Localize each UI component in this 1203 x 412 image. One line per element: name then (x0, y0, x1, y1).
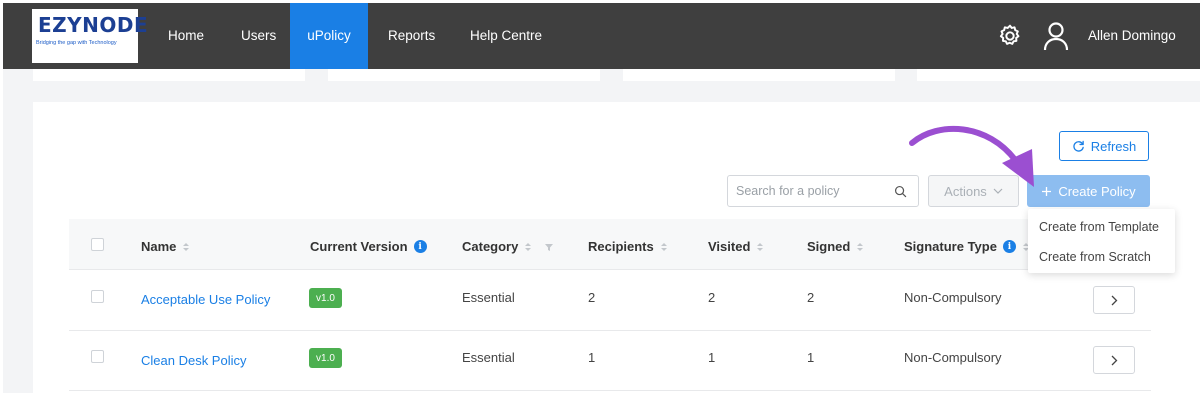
nav-item-reports[interactable]: Reports (388, 3, 435, 69)
select-all-checkbox[interactable] (91, 238, 104, 251)
column-header-visited[interactable]: Visited (708, 239, 764, 254)
nav-item-home[interactable]: Home (168, 3, 204, 69)
annotation-arrow (909, 125, 1034, 187)
refresh-button[interactable]: Refresh (1059, 131, 1149, 161)
menu-item-create-from-template[interactable]: Create from Template (1039, 220, 1159, 234)
brand-name: EZYNODE (38, 13, 149, 37)
signature-type-cell: Non-Compulsory (904, 290, 1002, 305)
sort-icon[interactable] (856, 241, 864, 253)
row-open-button[interactable] (1093, 286, 1135, 314)
brand-tagline: Bridging the gap with Technology (36, 40, 117, 46)
sort-icon[interactable] (756, 241, 764, 253)
sort-icon[interactable] (524, 241, 532, 253)
row-checkbox[interactable] (91, 290, 104, 303)
create-policy-label: Create Policy (1058, 183, 1136, 199)
version-badge: v1.0 (309, 288, 342, 308)
info-icon[interactable]: i (413, 240, 427, 253)
page-bottom-edge (0, 393, 1203, 412)
nav-item-users[interactable]: Users (241, 3, 276, 69)
column-label: Recipients (588, 239, 654, 254)
signature-type-cell: Non-Compulsory (904, 350, 1002, 365)
column-label: Current Version (310, 239, 408, 254)
chevron-right-icon (1111, 355, 1117, 365)
search-input[interactable] (736, 176, 886, 206)
stat-card (917, 69, 1200, 81)
column-label: Signed (807, 239, 851, 254)
signed-cell: 2 (807, 290, 815, 305)
category-cell: Essential (462, 350, 515, 365)
row-open-button[interactable] (1093, 346, 1135, 374)
chevron-right-icon (1111, 295, 1117, 305)
brand-logo[interactable]: EZYNODE Bridging the gap with Technology (32, 9, 148, 63)
nav-item-upolicy[interactable]: uPolicy (290, 3, 368, 69)
column-header-current-version: Current Version i (310, 239, 427, 254)
visited-cell: 2 (708, 290, 716, 305)
stat-card (328, 69, 600, 81)
column-label: Visited (708, 239, 751, 254)
row-divider (69, 390, 1151, 391)
column-header-signature-type[interactable]: Signature Type i (904, 239, 1030, 254)
create-policy-menu: Create from Template Create from Scratch (1028, 209, 1175, 273)
page: EZYNODE Bridging the gap with Technology… (3, 3, 1200, 412)
category-cell: Essential (462, 290, 515, 305)
policy-name-link[interactable]: Clean Desk Policy (141, 353, 247, 368)
column-label: Signature Type (904, 239, 997, 254)
row-checkbox[interactable] (91, 350, 104, 363)
stat-card (623, 69, 895, 81)
recipients-cell: 1 (588, 350, 596, 365)
sort-icon[interactable] (660, 241, 668, 253)
gear-icon[interactable] (997, 23, 1023, 49)
column-header-signed[interactable]: Signed (807, 239, 864, 254)
search-icon[interactable] (894, 185, 907, 198)
info-icon[interactable]: i (1002, 240, 1016, 253)
user-icon[interactable] (1042, 21, 1070, 51)
search-box[interactable] (727, 175, 919, 207)
column-label: Category (462, 239, 519, 254)
stat-card (33, 69, 305, 81)
column-header-name[interactable]: Name (141, 239, 190, 254)
signed-cell: 1 (807, 350, 815, 365)
user-name[interactable]: Allen Domingo (1088, 3, 1176, 69)
menu-item-create-from-scratch[interactable]: Create from Scratch (1039, 250, 1151, 264)
visited-cell: 1 (708, 350, 716, 365)
column-label: Name (141, 239, 177, 254)
filter-icon[interactable] (544, 242, 554, 252)
column-header-category[interactable]: Category (462, 239, 554, 254)
refresh-label: Refresh (1090, 138, 1137, 154)
sort-icon[interactable] (182, 241, 190, 253)
top-navbar: EZYNODE Bridging the gap with Technology… (3, 3, 1200, 69)
row-divider (69, 330, 1151, 331)
policy-name-link[interactable]: Acceptable Use Policy (141, 292, 270, 307)
nav-item-help-centre[interactable]: Help Centre (470, 3, 542, 69)
version-badge: v1.0 (309, 348, 342, 368)
recipients-cell: 2 (588, 290, 596, 305)
column-header-recipients[interactable]: Recipients (588, 239, 668, 254)
refresh-icon (1073, 140, 1084, 152)
